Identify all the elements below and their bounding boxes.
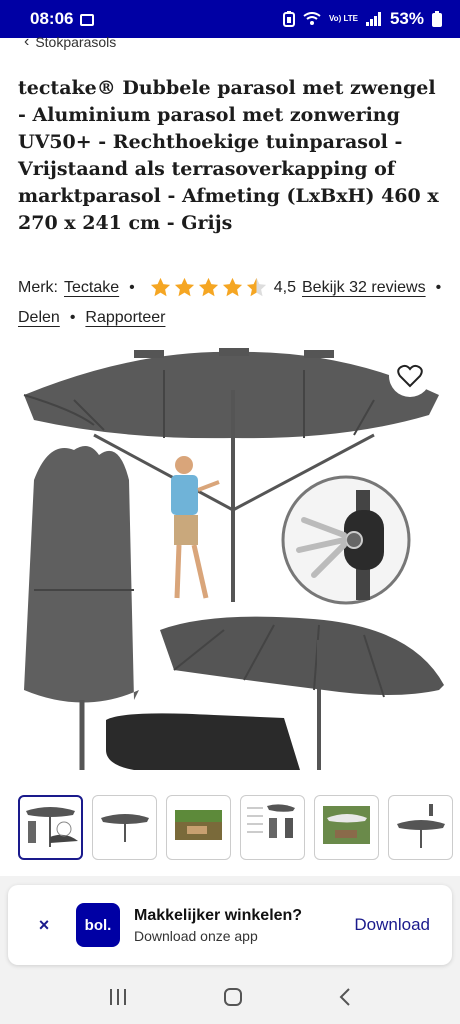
bol-logo: bol. xyxy=(76,903,120,947)
star-icon xyxy=(198,277,218,297)
report-link[interactable]: Rapporteer xyxy=(85,309,165,327)
star-icon xyxy=(174,277,194,297)
product-title: tectake® Dubbele parasol met zwengel - A… xyxy=(18,77,439,234)
wishlist-button[interactable] xyxy=(389,355,431,397)
heart-icon xyxy=(397,364,423,388)
brand-label: Merk: xyxy=(18,278,58,296)
breadcrumb-label: Stokparasols xyxy=(35,34,117,50)
star-icon xyxy=(150,277,170,297)
thumbnail-strip xyxy=(18,795,453,860)
product-image[interactable] xyxy=(14,340,444,780)
brand-link[interactable]: Tectake xyxy=(64,279,119,297)
thumbnail[interactable] xyxy=(388,795,453,860)
signal-icon xyxy=(365,12,381,26)
gallery-icon xyxy=(80,14,95,26)
banner-text: Makkelijker winkelen? Download onze app xyxy=(134,907,302,944)
separator-dot: • xyxy=(69,309,76,326)
thumbnail[interactable] xyxy=(166,795,231,860)
status-time: 08:06 xyxy=(30,9,74,28)
home-icon[interactable] xyxy=(223,987,243,1007)
share-link[interactable]: Delen xyxy=(18,309,60,327)
back-icon[interactable] xyxy=(338,987,352,1007)
system-nav-bar xyxy=(0,970,460,1024)
battery-saver-icon xyxy=(282,11,295,27)
network-type: Vo) LTE xyxy=(328,14,358,23)
battery-icon xyxy=(432,11,442,27)
wifi-icon xyxy=(303,12,321,25)
close-icon[interactable]: × xyxy=(24,915,64,936)
separator-dot: • xyxy=(129,278,135,296)
status-bar: 08:06 Vo) LTE 53% xyxy=(0,0,460,38)
star-rating xyxy=(149,276,268,299)
banner-title: Makkelijker winkelen? xyxy=(134,906,303,924)
thumbnail[interactable] xyxy=(240,795,305,860)
product-actions-row: Delen • Rapporteer xyxy=(18,309,165,327)
thumbnail[interactable] xyxy=(92,795,157,860)
separator-dot: • xyxy=(435,278,442,296)
chevron-left-icon: ‹ xyxy=(24,33,30,50)
star-icon xyxy=(222,277,242,297)
banner-subtitle: Download onze app xyxy=(134,927,258,944)
battery-percentage: 53% xyxy=(389,9,424,28)
recent-apps-icon[interactable] xyxy=(108,988,128,1006)
reviews-link[interactable]: Bekijk 32 reviews xyxy=(302,279,426,297)
breadcrumb[interactable]: ‹ Stokparasols xyxy=(24,33,117,51)
thumbnail[interactable] xyxy=(18,795,83,860)
download-button[interactable]: Download xyxy=(354,915,430,935)
product-meta-row: Merk: Tectake • 4,5 Bekijk 32 reviews • xyxy=(18,276,451,299)
app-download-banner: × bol. Makkelijker winkelen? Download on… xyxy=(8,885,452,965)
thumbnail[interactable] xyxy=(314,795,379,860)
rating-value: 4,5 xyxy=(273,278,296,296)
star-half-icon xyxy=(246,277,266,297)
